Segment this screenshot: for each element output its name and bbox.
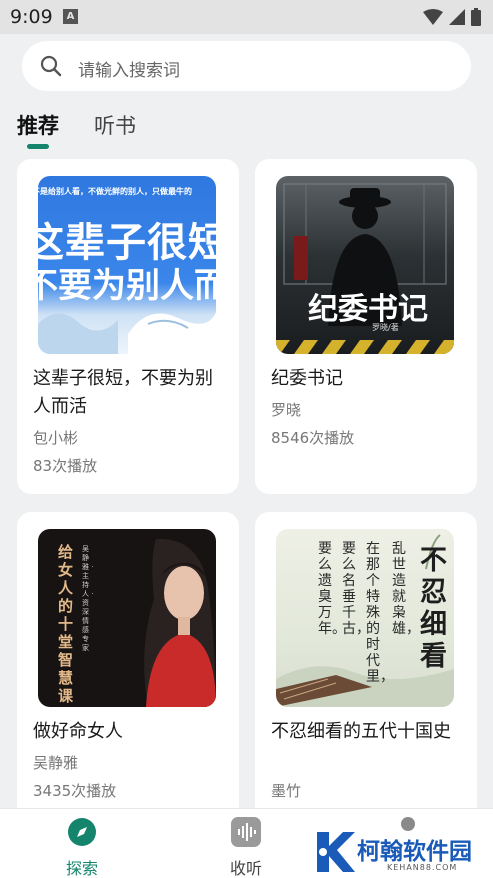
book-card[interactable]: 不是给别人看，不做光鲜的别人，只做最牛的 这辈子很短 不要为别人而 这辈子很短，… xyxy=(17,159,239,494)
tab-indicator xyxy=(27,144,49,149)
status-icons xyxy=(423,8,481,26)
cover-text-col4: 要么遗臭万年。 xyxy=(318,541,346,637)
watermark-text: 柯翰软件园 xyxy=(357,839,472,865)
book-title: 做好命女人 xyxy=(33,721,123,742)
book-cover: 纪委书记 罗晓/著 xyxy=(276,176,454,354)
book-author: 罗晓 xyxy=(271,401,302,419)
cover-title: 给女人的十堂智慧课 xyxy=(58,543,74,705)
compass-icon xyxy=(68,818,96,846)
book-play-count: 83次播放 xyxy=(33,457,98,475)
nav-explore-label: 探索 xyxy=(65,859,98,878)
battery-icon xyxy=(471,8,481,26)
book-cover: 不忍细看 乱世造就枭雄， 在那个特殊的时代里， 要么名垂千古， 要么遗臭万年。 xyxy=(276,529,454,707)
cover-text-col1: 乱世造就枭雄， xyxy=(392,541,420,637)
book-cover: 给女人的十堂智慧课 吴静雅 · 主持人 · 资深情感专家 xyxy=(38,529,216,707)
search-placeholder: 请输入搜索词 xyxy=(78,61,180,81)
cover-title: 不忍细看 xyxy=(420,545,447,672)
cover-top-line: 不是给别人看，不做光鲜的别人，只做最牛的 xyxy=(38,187,192,196)
book-title: 这辈子很短，不要为别人而活 xyxy=(33,368,213,417)
book-play-count: 3435次播放 xyxy=(33,782,117,800)
book-author: 吴静雅 xyxy=(33,754,79,772)
watermark-logo-icon xyxy=(317,832,355,872)
search-input[interactable]: 请输入搜索词 xyxy=(22,41,471,91)
book-author: 墨竹 xyxy=(271,782,302,800)
book-card[interactable]: 给女人的十堂智慧课 吴静雅 · 主持人 · 资深情感专家 做好命女人 吴静雅 3… xyxy=(17,512,239,842)
cover-text-col2: 在那个特殊的时代里， xyxy=(366,541,394,685)
waveform-icon xyxy=(231,817,261,847)
watermark: 柯翰软件园 KEHAN88.COM xyxy=(313,826,493,878)
signal-icon xyxy=(449,9,465,25)
cover-wave-art xyxy=(38,312,216,354)
book-title: 纪委书记 xyxy=(271,368,343,389)
notification-icon: A xyxy=(63,9,78,24)
tab-audiobooks[interactable]: 听书 xyxy=(94,110,136,140)
wifi-icon xyxy=(423,9,443,25)
nav-explore[interactable]: 探索 xyxy=(42,817,122,878)
nav-listen-label: 收听 xyxy=(229,859,262,878)
book-card[interactable]: 纪委书记 罗晓/著 纪委书记 罗晓 8546次播放 xyxy=(255,159,477,494)
nav-listen[interactable]: 收听 xyxy=(206,817,286,878)
search-icon xyxy=(40,55,62,77)
tab-recommend[interactable]: 推荐 xyxy=(17,110,59,140)
book-cover: 不是给别人看，不做光鲜的别人，只做最牛的 这辈子很短 不要为别人而 xyxy=(38,176,216,354)
book-author: 包小彬 xyxy=(33,429,79,447)
cover-title: 纪委书记 xyxy=(308,292,428,327)
cover-credit: 吴静雅 · 主持人 · 资深情感专家 xyxy=(82,545,94,652)
cover-author: 罗晓/著 xyxy=(372,323,399,332)
book-play-count: 8546次播放 xyxy=(271,429,355,447)
status-time: 9:09 xyxy=(10,6,53,28)
watermark-subtext: KEHAN88.COM xyxy=(387,863,458,872)
status-bar: 9:09 A xyxy=(0,0,493,34)
book-card[interactable]: 不忍细看 乱世造就枭雄， 在那个特殊的时代里， 要么名垂千古， 要么遗臭万年。 … xyxy=(255,512,477,842)
book-title: 不忍细看的五代十国史 xyxy=(271,721,451,742)
